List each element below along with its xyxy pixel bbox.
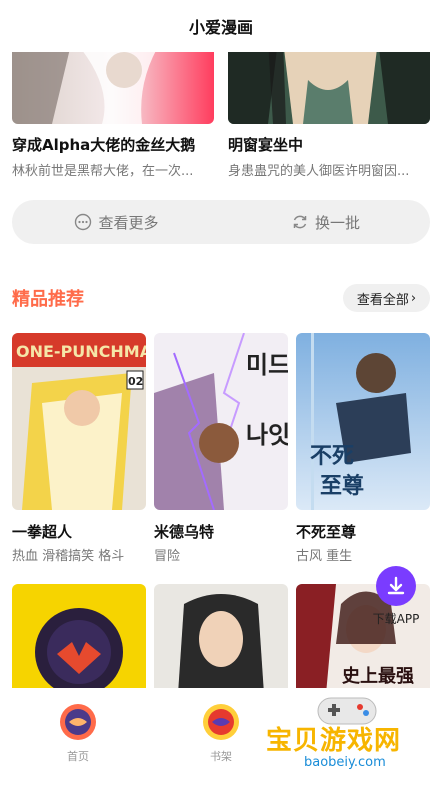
bookshelf-icon xyxy=(201,702,241,742)
chevron-right-icon: › xyxy=(410,290,417,306)
svg-text:02: 02 xyxy=(128,375,143,388)
section-title: 精品推荐 xyxy=(12,289,84,310)
comic-title[interactable]: 米德乌特 xyxy=(154,521,288,542)
comic-tags: 冒险 xyxy=(154,549,181,564)
svg-text:나잇: 나잇 xyxy=(246,421,288,449)
cover-title-text: ONE-PUNCHMAN xyxy=(16,342,146,361)
cover-title-text: 不死 xyxy=(310,443,354,469)
tab-bookshelf-label: 书架 xyxy=(210,750,232,763)
download-icon xyxy=(376,566,416,606)
comic-cover[interactable] xyxy=(12,584,146,694)
view-more-label: 查看更多 xyxy=(98,213,159,232)
comic-cover[interactable]: 不死 至尊 xyxy=(296,333,430,510)
more-dots-icon xyxy=(75,213,92,231)
view-more-button[interactable]: 查看更多 xyxy=(12,200,221,244)
comic-title[interactable]: 一拳超人 xyxy=(12,521,146,542)
comic-tags: 古风 重生 xyxy=(296,549,353,564)
page-title: 小爱漫画 xyxy=(188,18,253,37)
cover-title-text: 미드 xyxy=(246,351,288,379)
comic-description: 林秋前世是黑帮大佬，在一次... xyxy=(12,164,194,179)
app-header: 小爱漫画 xyxy=(0,0,442,52)
comic-cover[interactable] xyxy=(12,40,214,124)
refresh-batch-button[interactable]: 换一批 xyxy=(221,200,430,244)
watermark-url: baobeiy.com xyxy=(296,754,394,771)
home-icon xyxy=(58,702,98,742)
comic-title[interactable]: 明窗宴坐中 xyxy=(228,134,432,155)
download-app-float[interactable]: 下载APP xyxy=(368,566,424,628)
tab-bookshelf[interactable]: 书架 xyxy=(181,702,261,764)
cover-title-text: 史上最强 xyxy=(342,665,414,687)
comic-title[interactable]: 不死至尊 xyxy=(296,521,430,542)
refresh-icon xyxy=(293,215,307,229)
site-watermark: 宝贝游戏网 baobeiy.com xyxy=(262,692,432,778)
view-all-label: 查看全部 xyxy=(356,292,409,308)
watermark-text: 宝贝游戏网 xyxy=(266,726,402,756)
comic-description: 身患蛊咒的美人御医许明窗因... xyxy=(228,164,410,179)
comic-cover[interactable]: ONE-PUNCHMAN 02 xyxy=(12,333,146,510)
section-action-bar: 查看更多 换一批 xyxy=(12,200,430,244)
download-label: 下载APP xyxy=(372,612,420,626)
comic-cover[interactable] xyxy=(228,40,430,124)
tab-home-label: 首页 xyxy=(67,750,89,763)
comic-cover[interactable]: 미드 나잇 xyxy=(154,333,288,510)
view-all-button[interactable]: 查看全部 › xyxy=(343,284,430,312)
tab-home[interactable]: 首页 xyxy=(38,702,118,764)
refresh-label: 换一批 xyxy=(314,213,360,232)
comic-tags: 热血 滑稽搞笑 格斗 xyxy=(12,549,125,564)
comic-title[interactable]: 穿成Alpha大佬的金丝大鹅 xyxy=(12,134,216,155)
svg-text:至尊: 至尊 xyxy=(320,473,364,499)
comic-cover[interactable] xyxy=(154,584,288,694)
